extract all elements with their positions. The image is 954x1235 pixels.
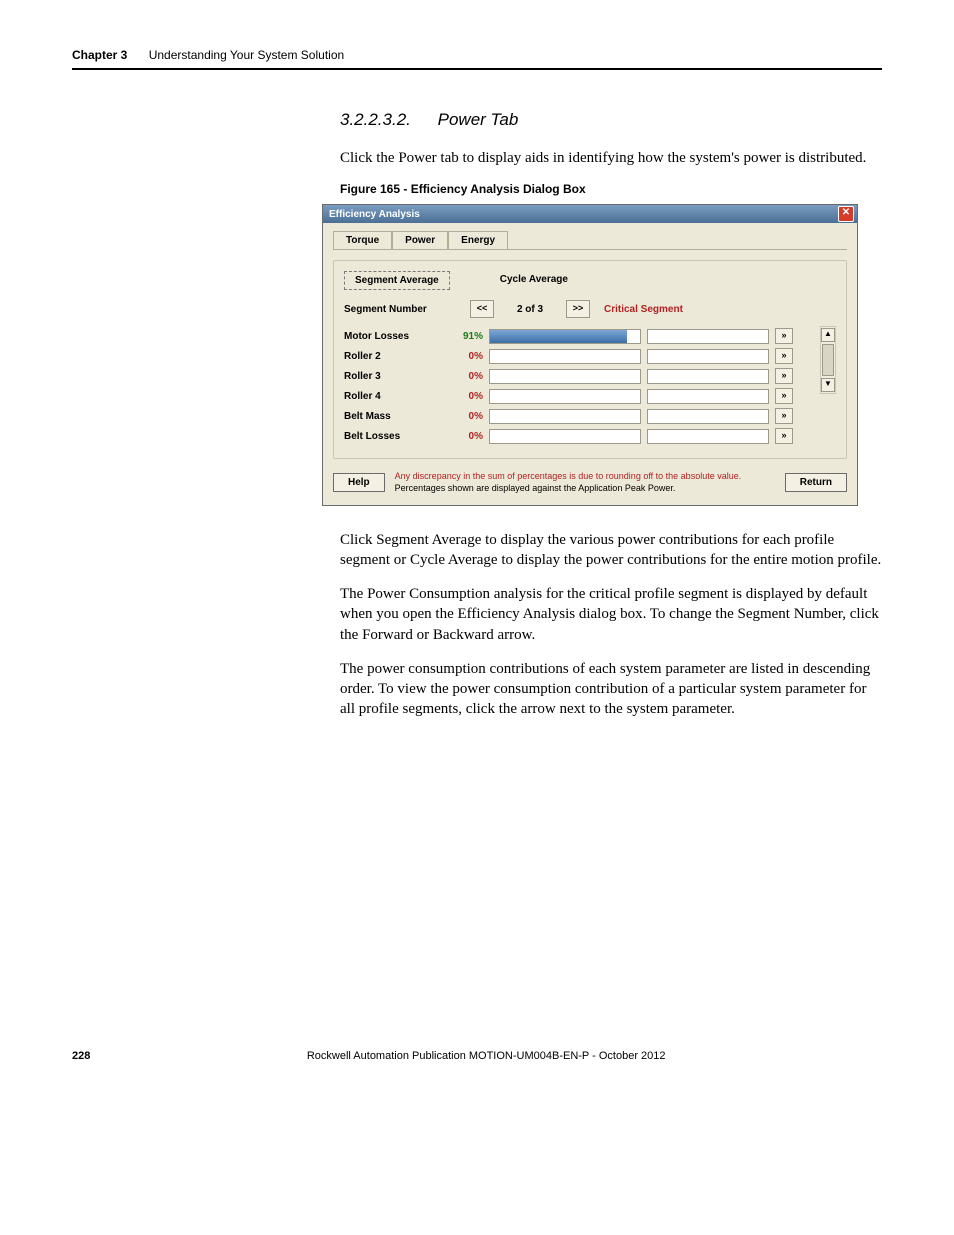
page-number: 228: [72, 1050, 90, 1062]
power-rows: Motor Losses 91% » Roller 2 0%: [344, 326, 816, 446]
tabs: Torque Power Energy: [333, 231, 847, 250]
row-pct: 91%: [455, 331, 483, 342]
row-name: Roller 4: [344, 391, 449, 402]
prev-segment-button[interactable]: <<: [470, 300, 494, 318]
table-row: Roller 3 0% »: [344, 366, 816, 386]
row-pct: 0%: [455, 411, 483, 422]
row-name: Roller 3: [344, 371, 449, 382]
segment-count: 2 of 3: [500, 304, 560, 315]
row-expand-button[interactable]: »: [775, 348, 793, 364]
dialog-footnote: Any discrepancy in the sum of percentage…: [395, 471, 742, 494]
row-bar-rest: [647, 429, 769, 444]
row-expand-button[interactable]: »: [775, 328, 793, 344]
row-name: Roller 2: [344, 351, 449, 362]
footnote-line-2: Percentages shown are displayed against …: [395, 483, 742, 495]
table-row: Roller 2 0% »: [344, 346, 816, 366]
row-pct: 0%: [455, 391, 483, 402]
body-paragraph: The power consumption contributions of e…: [340, 659, 882, 720]
segment-number-label: Segment Number: [344, 304, 464, 315]
row-name: Belt Losses: [344, 431, 449, 442]
row-pct: 0%: [455, 371, 483, 382]
tab-power[interactable]: Power: [392, 231, 448, 249]
critical-segment-label: Critical Segment: [604, 304, 683, 315]
row-expand-button[interactable]: »: [775, 408, 793, 424]
next-segment-button[interactable]: >>: [566, 300, 590, 318]
row-bar: [489, 409, 641, 424]
row-bar: [489, 349, 641, 364]
efficiency-analysis-dialog: Efficiency Analysis ✕ Torque Power Energ…: [322, 204, 858, 505]
tab-torque[interactable]: Torque: [333, 231, 392, 249]
chapter-title: Understanding Your System Solution: [149, 48, 344, 62]
row-pct: 0%: [455, 431, 483, 442]
dialog-titlebar: Efficiency Analysis ✕: [323, 205, 857, 223]
row-expand-button[interactable]: »: [775, 428, 793, 444]
table-row: Belt Mass 0% »: [344, 406, 816, 426]
subtab-cycle-average[interactable]: Cycle Average: [490, 271, 578, 290]
row-bar: [489, 369, 641, 384]
subtab-segment-average[interactable]: Segment Average: [344, 271, 450, 290]
row-expand-button[interactable]: »: [775, 388, 793, 404]
scroll-down-icon[interactable]: ▼: [821, 378, 835, 392]
help-button[interactable]: Help: [333, 473, 385, 492]
section-number: 3.2.2.3.2.: [340, 110, 411, 129]
figure-caption: Figure 165 - Efficiency Analysis Dialog …: [340, 182, 882, 196]
tab-energy[interactable]: Energy: [448, 231, 508, 249]
publication-info: Rockwell Automation Publication MOTION-U…: [307, 1050, 666, 1062]
close-icon[interactable]: ✕: [838, 206, 854, 222]
row-bar-rest: [647, 349, 769, 364]
row-bar-rest: [647, 409, 769, 424]
dialog-title: Efficiency Analysis: [329, 209, 420, 220]
power-panel: Segment Average Cycle Average Segment Nu…: [333, 260, 847, 459]
row-bar-rest: [647, 389, 769, 404]
chapter-header: Chapter 3 Understanding Your System Solu…: [72, 48, 882, 70]
body-paragraph: The Power Consumption analysis for the c…: [340, 584, 882, 645]
row-bar: [489, 429, 641, 444]
scroll-up-icon[interactable]: ▲: [821, 328, 835, 342]
section-heading: 3.2.2.3.2. Power Tab: [340, 110, 882, 130]
scroll-thumb[interactable]: [822, 344, 834, 376]
row-bar: [489, 389, 641, 404]
row-bar-rest: [647, 369, 769, 384]
chapter-number: Chapter 3: [72, 48, 127, 62]
table-row: Roller 4 0% »: [344, 386, 816, 406]
vertical-scrollbar[interactable]: ▲ ▼: [820, 326, 836, 394]
return-button[interactable]: Return: [785, 473, 847, 492]
body-paragraph: Click the Power tab to display aids in i…: [340, 148, 882, 168]
row-bar-rest: [647, 329, 769, 344]
row-expand-button[interactable]: »: [775, 368, 793, 384]
body-paragraph: Click Segment Average to display the var…: [340, 530, 882, 571]
footnote-line-1: Any discrepancy in the sum of percentage…: [395, 471, 742, 483]
section-title: Power Tab: [438, 110, 519, 129]
row-bar: [489, 329, 641, 344]
row-name: Belt Mass: [344, 411, 449, 422]
page-footer: 228 Rockwell Automation Publication MOTI…: [72, 1050, 882, 1062]
table-row: Belt Losses 0% »: [344, 426, 816, 446]
table-row: Motor Losses 91% »: [344, 326, 816, 346]
row-pct: 0%: [455, 351, 483, 362]
row-name: Motor Losses: [344, 331, 449, 342]
